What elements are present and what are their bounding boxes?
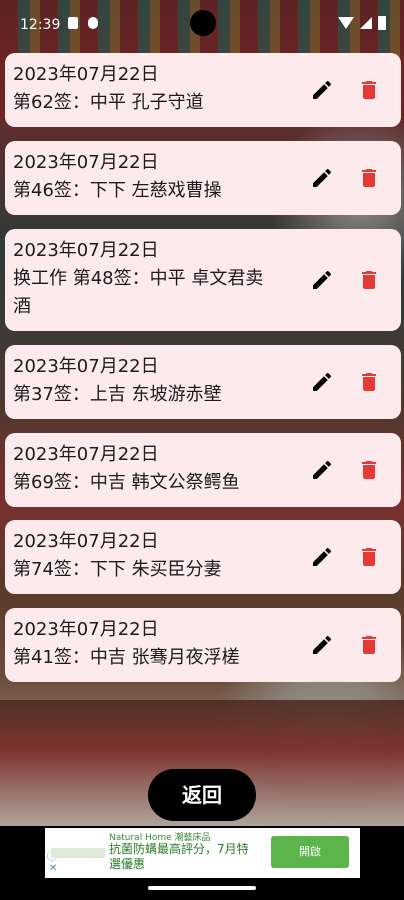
trash-icon[interactable]	[357, 370, 381, 394]
sd-card-icon	[68, 17, 78, 29]
record-card[interactable]: 2023年07月22日 第46签：下下 左慈戏曹操	[5, 141, 401, 215]
pencil-icon[interactable]	[310, 268, 334, 292]
camera-cutout	[190, 10, 216, 36]
record-text: 2023年07月22日 第41签：中吉 张骞月夜浮槎	[13, 616, 293, 672]
record-date: 2023年07月22日	[13, 531, 159, 552]
record-title: 第69签：中吉 韩文公祭鳄鱼	[13, 472, 240, 493]
record-card[interactable]: 2023年07月22日 第74签：下下 朱买臣分妻	[5, 520, 401, 594]
pencil-icon[interactable]	[310, 545, 334, 569]
record-text: 2023年07月22日 第74签：下下 朱买臣分妻	[13, 528, 293, 584]
pencil-icon[interactable]	[310, 633, 334, 657]
signal-icon	[360, 17, 372, 29]
trash-icon[interactable]	[357, 166, 381, 190]
record-date: 2023年07月22日	[13, 444, 159, 465]
status-time: 12:39	[20, 17, 61, 33]
ad-open-button[interactable]: 開啟	[271, 836, 349, 868]
record-text: 2023年07月22日 换工作 第48签：中平 卓文君卖 酒	[13, 237, 293, 321]
record-date: 2023年07月22日	[13, 356, 159, 377]
record-date: 2023年07月22日	[13, 240, 159, 261]
trash-icon[interactable]	[357, 458, 381, 482]
trash-icon[interactable]	[357, 78, 381, 102]
record-text: 2023年07月22日 第69签：中吉 韩文公祭鳄鱼	[13, 441, 293, 497]
ad-headline: 抗菌防螨最高評分，7月特選優惠	[109, 842, 249, 871]
record-card[interactable]: 2023年07月22日 第62签：中平 孔子守道	[5, 53, 401, 127]
trash-icon[interactable]	[357, 268, 381, 292]
record-title: 第41签：中吉 张骞月夜浮槎	[13, 647, 240, 668]
ad-close-icon[interactable]: ✕	[49, 863, 57, 874]
pencil-icon[interactable]	[310, 370, 334, 394]
record-card[interactable]: 2023年07月22日 换工作 第48签：中平 卓文君卖 酒	[5, 229, 401, 331]
trash-icon[interactable]	[357, 633, 381, 657]
record-date: 2023年07月22日	[13, 64, 159, 85]
record-text: 2023年07月22日 第46签：下下 左慈戏曹操	[13, 149, 293, 205]
record-card[interactable]: 2023年07月22日 第41签：中吉 张骞月夜浮槎	[5, 608, 401, 682]
record-title: 第74签：下下 朱买臣分妻	[13, 559, 222, 580]
back-button[interactable]: 返回	[148, 769, 256, 821]
app-notification-icon	[88, 17, 98, 29]
status-bar: 12:39	[0, 0, 404, 48]
ad-logo	[51, 848, 105, 858]
record-title: 第37签：上吉 东坡游赤壁	[13, 384, 222, 405]
record-title: 第62签：中平 孔子守道	[13, 92, 204, 113]
battery-icon	[378, 16, 386, 30]
pencil-icon[interactable]	[310, 78, 334, 102]
record-text: 2023年07月22日 第37签：上吉 东坡游赤壁	[13, 353, 293, 409]
record-date: 2023年07月22日	[13, 619, 159, 640]
pencil-icon[interactable]	[310, 166, 334, 190]
ad-banner[interactable]: ⓘ ✕ Natural Home 潮藝床品 抗菌防螨最高評分，7月特選優惠 開啟	[45, 828, 360, 878]
record-card[interactable]: 2023年07月22日 第37签：上吉 东坡游赤壁	[5, 345, 401, 419]
wifi-icon	[338, 17, 354, 29]
record-card[interactable]: 2023年07月22日 第69签：中吉 韩文公祭鳄鱼	[5, 433, 401, 507]
record-title-continued: 酒	[13, 296, 31, 317]
record-date: 2023年07月22日	[13, 152, 159, 173]
record-text: 2023年07月22日 第62签：中平 孔子守道	[13, 61, 293, 117]
record-title: 换工作 第48签：中平 卓文君卖	[13, 268, 264, 289]
navigation-bar	[0, 878, 404, 900]
record-title: 第46签：下下 左慈戏曹操	[13, 180, 222, 201]
trash-icon[interactable]	[357, 545, 381, 569]
pencil-icon[interactable]	[310, 458, 334, 482]
home-gesture-pill[interactable]	[148, 886, 256, 890]
